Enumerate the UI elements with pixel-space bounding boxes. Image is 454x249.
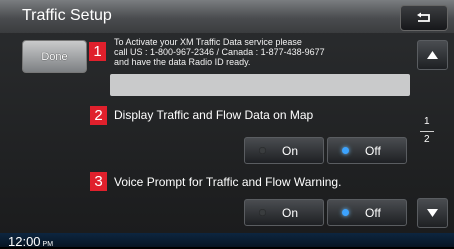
radio-id-field	[110, 74, 410, 96]
display-traffic-off-button[interactable]: Off	[327, 137, 407, 164]
voice-prompt-off-button[interactable]: Off	[327, 199, 407, 226]
radio-indicator-icon	[342, 147, 349, 154]
activation-line: call US : 1-800-967-2346 / Canada : 1-87…	[114, 47, 325, 57]
radio-indicator-icon	[342, 209, 349, 216]
option-label: Off	[365, 143, 381, 158]
title-bar: Traffic Setup	[0, 0, 454, 33]
option-label: Off	[365, 205, 381, 220]
traffic-setup-screen: Traffic Setup Done 1 To Activate your XM…	[0, 0, 454, 249]
return-arrow-icon	[417, 12, 430, 22]
activation-line: and have the data Radio ID ready.	[114, 57, 251, 67]
triangle-up-icon	[427, 51, 438, 59]
option-label: On	[282, 205, 299, 220]
status-bar	[0, 233, 454, 247]
display-traffic-on-button[interactable]: On	[244, 137, 324, 164]
total-pages: 2	[424, 134, 430, 145]
marker-3: 3	[90, 172, 107, 191]
display-traffic-label: Display Traffic and Flow Data on Map	[114, 108, 314, 122]
current-page: 1	[424, 116, 430, 127]
voice-prompt-on-button[interactable]: On	[244, 199, 324, 226]
scroll-up-button[interactable]	[417, 40, 448, 70]
activation-info: To Activate your XM Traffic Data service…	[114, 37, 404, 67]
radio-indicator-icon	[259, 209, 266, 216]
option-label: On	[282, 143, 299, 158]
marker-1: 1	[89, 42, 106, 61]
activation-line: To Activate your XM Traffic Data service…	[114, 37, 302, 47]
radio-indicator-icon	[259, 147, 266, 154]
back-button[interactable]	[400, 5, 448, 31]
triangle-down-icon	[427, 209, 438, 217]
voice-prompt-label: Voice Prompt for Traffic and Flow Warnin…	[114, 175, 342, 189]
page-title: Traffic Setup	[22, 7, 112, 24]
done-button[interactable]: Done	[22, 40, 87, 73]
page-divider	[420, 131, 434, 132]
scroll-down-button[interactable]	[417, 198, 448, 228]
marker-2: 2	[90, 106, 107, 125]
